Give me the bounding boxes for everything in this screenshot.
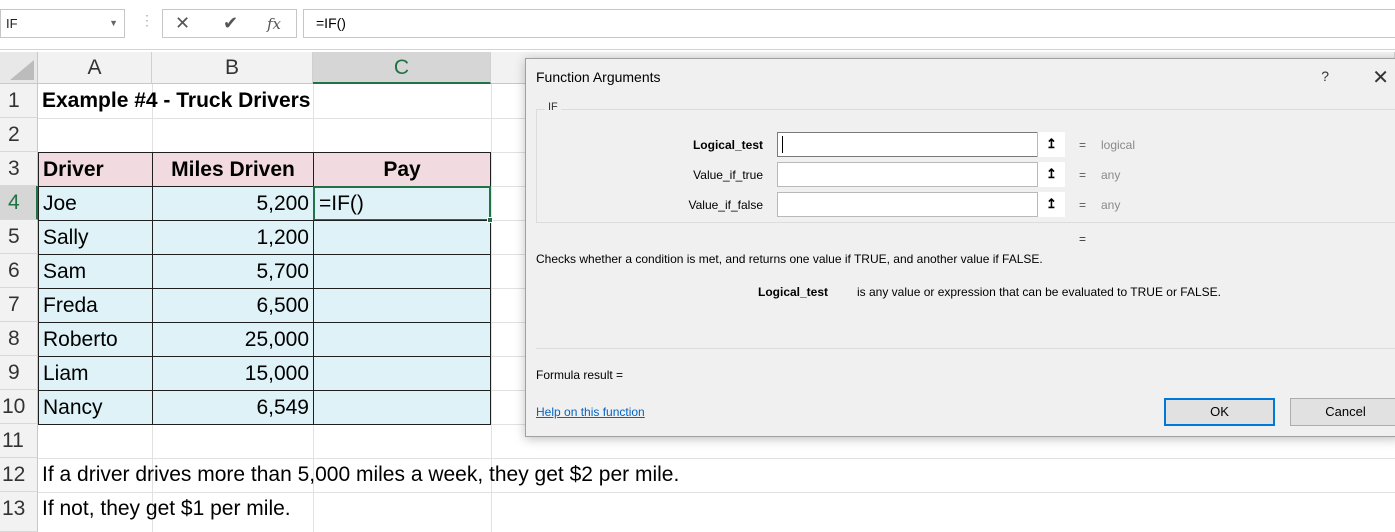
row-header-3[interactable]: 3 <box>0 152 38 186</box>
header-driver[interactable]: Driver <box>38 152 153 187</box>
row-header-6[interactable]: 6 <box>0 254 38 288</box>
cancel-button[interactable]: Cancel <box>1290 398 1395 426</box>
arg-label-logical-test: Logical_test <box>692 138 763 152</box>
select-all-button[interactable] <box>0 52 38 84</box>
row-header-2[interactable]: 2 <box>0 118 38 152</box>
driver-name-cell[interactable]: Freda <box>38 288 153 323</box>
arg-equals: = <box>1079 198 1087 212</box>
miles-cell[interactable]: 6,500 <box>152 288 314 323</box>
formula-buttons: ✕ ✔ fx <box>162 9 297 38</box>
argument-description-name: Logical_test <box>758 285 829 299</box>
chevron-down-icon[interactable]: ▼ <box>109 10 118 37</box>
row-header-4[interactable]: 4 <box>0 186 38 220</box>
pay-cell[interactable] <box>313 390 491 425</box>
result-equals: = <box>1079 232 1087 246</box>
dialog-title: Function Arguments <box>536 69 661 85</box>
driver-name-cell[interactable]: Joe <box>38 186 153 221</box>
name-box[interactable]: IF ▼ <box>0 9 125 38</box>
row-header-1[interactable]: 1 <box>0 84 38 118</box>
row-header-9[interactable]: 9 <box>0 356 38 390</box>
formula-input[interactable]: =IF() <box>303 9 1395 38</box>
function-name: IF <box>545 101 561 113</box>
header-pay[interactable]: Pay <box>313 152 491 187</box>
argument-description-text: is any value or expression that can be e… <box>857 285 1221 299</box>
formula-bar: IF ▼ ⋮ ✕ ✔ fx =IF() <box>0 0 1395 50</box>
arg-type: any <box>1101 198 1121 212</box>
value-if-false-input[interactable] <box>777 192 1065 217</box>
function-description: Checks whether a condition is met, and r… <box>536 252 1043 266</box>
enter-formula-icon[interactable]: ✔ <box>223 13 238 34</box>
arg-equals: = <box>1079 168 1087 182</box>
name-box-value: IF <box>6 16 18 31</box>
help-on-function-link[interactable]: Help on this function <box>536 405 645 419</box>
arg-equals: = <box>1079 138 1087 152</box>
column-header-b[interactable]: B <box>152 52 313 84</box>
driver-name-cell[interactable]: Nancy <box>38 390 153 425</box>
column-header-a[interactable]: A <box>38 52 152 84</box>
sheet-title[interactable]: Example #4 - Truck Drivers <box>38 84 314 118</box>
value-if-true-input[interactable] <box>777 162 1065 187</box>
header-miles[interactable]: Miles Driven <box>152 152 314 187</box>
miles-cell[interactable]: 5,200 <box>152 186 314 221</box>
active-pay-cell[interactable]: =IF() <box>313 186 491 221</box>
arg-type: any <box>1101 168 1121 182</box>
note-cell[interactable]: If not, they get $1 per mile. <box>38 492 295 526</box>
miles-cell[interactable]: 15,000 <box>152 356 314 391</box>
row-header-13[interactable]: 13 <box>0 492 38 532</box>
row-header-11[interactable]: 11 <box>0 424 38 458</box>
help-icon[interactable]: ? <box>1321 68 1329 84</box>
upload-arrow-icon[interactable]: ↥ <box>1037 132 1065 157</box>
pay-cell[interactable] <box>313 356 491 391</box>
row-header-5[interactable]: 5 <box>0 220 38 254</box>
formula-result: Formula result = <box>536 368 624 382</box>
miles-cell[interactable]: 5,700 <box>152 254 314 289</box>
column-header-c[interactable]: C <box>313 52 491 84</box>
miles-cell[interactable]: 1,200 <box>152 220 314 255</box>
upload-arrow-icon[interactable]: ↥ <box>1037 162 1065 187</box>
insert-function-icon[interactable]: fx <box>267 15 281 33</box>
driver-name-cell[interactable]: Sally <box>38 220 153 255</box>
ok-button[interactable]: OK <box>1164 398 1275 426</box>
pay-cell[interactable] <box>313 220 491 255</box>
row-header-8[interactable]: 8 <box>0 322 38 356</box>
driver-name-cell[interactable]: Liam <box>38 356 153 391</box>
arguments-group: IF Logical_test ↥ = logical Value_if_tru… <box>536 101 1395 223</box>
fill-handle[interactable] <box>487 217 493 223</box>
row-header-7[interactable]: 7 <box>0 288 38 322</box>
row-header-10[interactable]: 10 <box>0 390 38 424</box>
close-icon[interactable]: ✕ <box>1372 65 1389 90</box>
pay-cell[interactable] <box>313 322 491 357</box>
logical-test-input[interactable] <box>777 132 1065 157</box>
miles-cell[interactable]: 25,000 <box>152 322 314 357</box>
row-header-12[interactable]: 12 <box>0 458 38 492</box>
driver-name-cell[interactable]: Sam <box>38 254 153 289</box>
pay-cell[interactable] <box>313 254 491 289</box>
arg-label-value-if-false: Value_if_false <box>688 198 764 212</box>
note-cell[interactable]: If a driver drives more than 5,000 miles… <box>38 458 683 492</box>
divider <box>536 348 1395 349</box>
upload-arrow-icon[interactable]: ↥ <box>1037 192 1065 217</box>
driver-name-cell[interactable]: Roberto <box>38 322 153 357</box>
function-arguments-dialog: Function Arguments ? ✕ IF Logical_test ↥… <box>525 58 1395 437</box>
miles-cell[interactable]: 6,549 <box>152 390 314 425</box>
drag-handle-icon[interactable]: ⋮ <box>140 12 154 29</box>
cancel-formula-icon[interactable]: ✕ <box>175 13 190 34</box>
arg-label-value-if-true: Value_if_true <box>693 168 763 182</box>
arg-type: logical <box>1101 138 1136 152</box>
pay-cell[interactable] <box>313 288 491 323</box>
